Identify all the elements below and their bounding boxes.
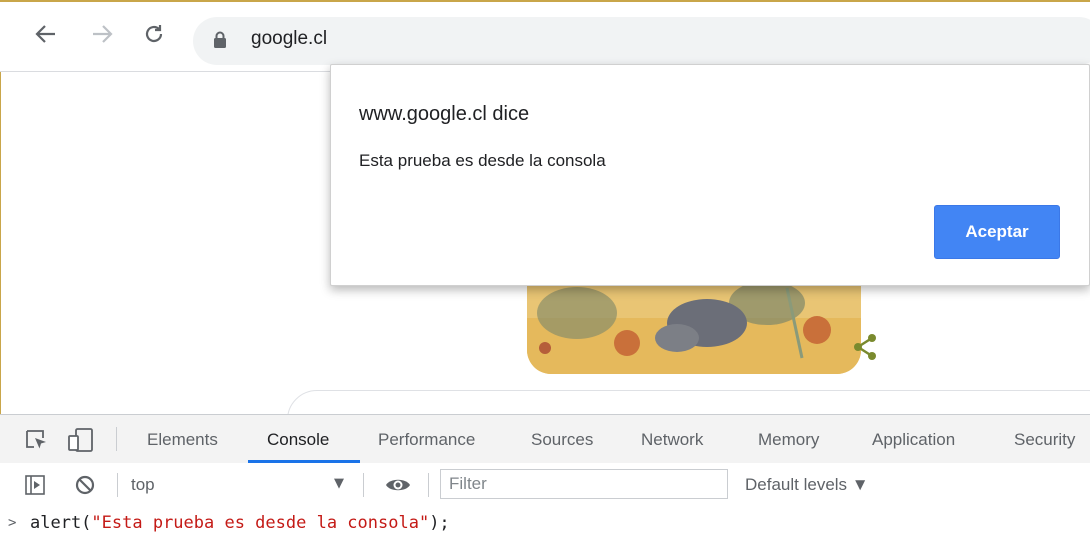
- context-selector[interactable]: top: [131, 475, 155, 495]
- tab-security[interactable]: Security: [1014, 415, 1075, 463]
- dialog-title: www.google.cl dice: [359, 103, 530, 125]
- filter-input[interactable]: [440, 469, 728, 499]
- tab-memory[interactable]: Memory: [758, 415, 819, 463]
- page-border: [0, 72, 1, 414]
- dialog-message: Esta prueba es desde la consola: [359, 151, 606, 170]
- tab-console[interactable]: Console: [267, 415, 329, 463]
- live-expression-button[interactable]: [384, 474, 412, 496]
- block-icon: [75, 475, 95, 495]
- eye-icon: [386, 479, 410, 491]
- accept-button[interactable]: Aceptar: [934, 205, 1060, 259]
- url-text: google.cl: [251, 28, 328, 49]
- device-mode-icon: [68, 428, 93, 452]
- reload-button[interactable]: [136, 16, 172, 52]
- log-levels-dropdown[interactable]: Default levels ▼: [745, 475, 869, 495]
- alert-dialog: www.google.cl dice Esta prueba es desde …: [330, 64, 1090, 286]
- command-prefix: alert(: [30, 513, 92, 533]
- device-toolbar-button[interactable]: [66, 427, 96, 453]
- tab-application[interactable]: Application: [872, 415, 955, 463]
- tab-sources[interactable]: Sources: [531, 415, 593, 463]
- arrow-left-icon: [35, 25, 55, 43]
- back-button[interactable]: [28, 16, 64, 52]
- google-doodle[interactable]: [527, 278, 861, 374]
- console-command: alert("Esta prueba es desde la consola")…: [30, 513, 450, 533]
- sidebar-toggle-icon: [25, 475, 45, 495]
- devtools-panel: Elements Console Performance Sources Net…: [0, 414, 1090, 542]
- forward-button[interactable]: [84, 16, 120, 52]
- dropdown-arrow-icon[interactable]: ▼: [334, 476, 344, 491]
- toolbar-divider: [116, 427, 117, 451]
- arrow-right-icon: [93, 25, 113, 43]
- console-input-line[interactable]: > alert("Esta prueba es desde la consola…: [0, 507, 1090, 542]
- command-string: "Esta prueba es desde la consola": [91, 513, 430, 533]
- inspect-element-button[interactable]: [24, 428, 50, 452]
- command-suffix: );: [429, 513, 450, 533]
- toolbar-divider: [117, 473, 118, 497]
- tab-performance[interactable]: Performance: [378, 415, 475, 463]
- devtools-tab-bar: Elements Console Performance Sources Net…: [0, 415, 1090, 464]
- address-bar[interactable]: google.cl: [193, 17, 1090, 65]
- lock-icon: [214, 31, 226, 48]
- show-sidebar-button[interactable]: [24, 474, 46, 496]
- tab-network[interactable]: Network: [641, 415, 703, 463]
- clear-console-button[interactable]: [74, 474, 96, 496]
- inspect-cursor-icon: [26, 430, 46, 449]
- share-icon[interactable]: [852, 333, 880, 365]
- tab-elements[interactable]: Elements: [147, 415, 218, 463]
- browser-toolbar: google.cl: [0, 0, 1090, 72]
- console-toolbar: top ▼ Default levels ▼: [0, 463, 1090, 508]
- reload-icon: [145, 25, 163, 43]
- toolbar-divider: [428, 473, 429, 497]
- console-prompt-icon: >: [8, 515, 17, 531]
- toolbar-divider: [363, 473, 364, 497]
